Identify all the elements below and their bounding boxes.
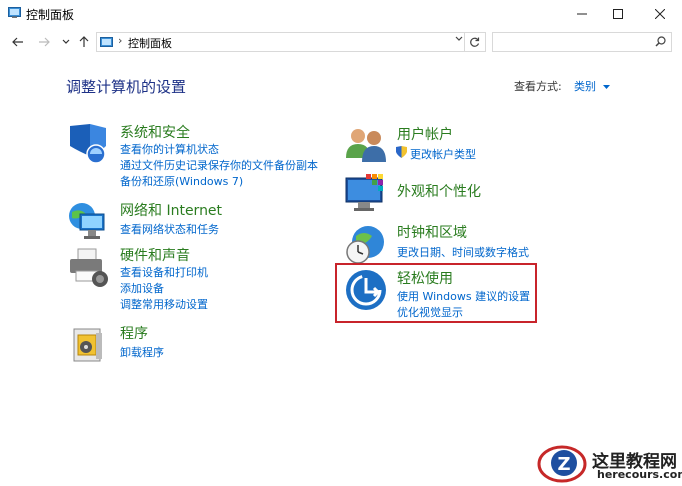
link-change-date-time[interactable]: 更改日期、时间或数字格式 [397,244,529,260]
category-title[interactable]: 外观和个性化 [397,181,481,201]
up-button[interactable] [74,32,94,52]
up-arrow-icon [79,36,89,47]
link-backup-restore[interactable]: 备份和还原(Windows 7) [120,173,243,189]
view-by-value: 类别 [574,80,596,93]
uac-shield-icon [396,146,407,158]
maximize-icon [613,9,623,19]
search-icon[interactable] [655,36,666,47]
breadcrumb-separator-icon: › [118,34,123,47]
appearance-monitor-icon [345,174,383,211]
link-view-computer-status[interactable]: 查看你的计算机状态 [120,141,219,157]
navigation-toolbar: › 控制面板 [0,28,682,56]
title-bar: 控制面板 [0,0,682,28]
watermark-logo-icon: Z [537,445,587,483]
minimize-button[interactable] [564,0,600,28]
link-devices-printers[interactable]: 查看设备和打印机 [120,264,208,280]
shield-icon [70,124,106,164]
search-box[interactable] [492,32,672,52]
close-button[interactable] [642,0,678,28]
control-panel-icon [100,37,113,47]
category-title[interactable]: 程序 [120,323,148,343]
forward-button[interactable] [34,32,54,52]
address-bar[interactable]: › 控制面板 [96,32,486,52]
minimize-icon [577,13,587,15]
recent-locations-button[interactable] [56,32,76,52]
watermark-url: herecours.com [597,468,682,481]
page-title: 调整计算机的设置 [66,78,187,96]
search-input[interactable] [497,35,651,50]
category-title[interactable]: 系统和安全 [120,122,190,142]
category-title[interactable]: 用户帐户 [397,124,453,144]
window-title: 控制面板 [26,8,75,22]
maximize-button[interactable] [600,0,636,28]
category-title[interactable]: 网络和 Internet [120,200,222,220]
users-icon [346,129,386,162]
link-add-device[interactable]: 添加设备 [120,280,164,296]
network-globe-icon [69,203,105,239]
link-file-history[interactable]: 通过文件历史记录保存你的文件备份副本 [120,157,318,173]
highlight-box [335,263,537,323]
chevron-down-icon [62,39,70,44]
link-uninstall-program[interactable]: 卸载程序 [120,344,164,360]
back-arrow-icon [12,37,23,47]
view-by-label: 查看方式: [514,80,562,93]
clock-globe-icon [346,226,384,264]
breadcrumb-control-panel[interactable]: 控制面板 [128,35,172,51]
link-network-status[interactable]: 查看网络状态和任务 [120,221,219,237]
programs-icon [73,328,102,362]
control-panel-icon [8,7,21,18]
forward-arrow-icon [39,37,50,47]
svg-text:Z: Z [557,454,570,475]
chevron-down-icon [602,84,610,89]
view-by-dropdown[interactable]: 类别 [574,78,610,94]
close-icon [655,9,665,19]
address-dropdown-icon[interactable] [455,34,463,45]
printer-icon [70,248,108,287]
refresh-icon [469,37,479,47]
link-change-account-type[interactable]: 更改帐户类型 [410,146,476,162]
category-title[interactable]: 时钟和区域 [397,222,467,242]
category-title[interactable]: 硬件和声音 [120,245,190,265]
refresh-button[interactable] [464,33,483,51]
link-mobility-settings[interactable]: 调整常用移动设置 [120,296,208,312]
back-button[interactable] [8,32,28,52]
